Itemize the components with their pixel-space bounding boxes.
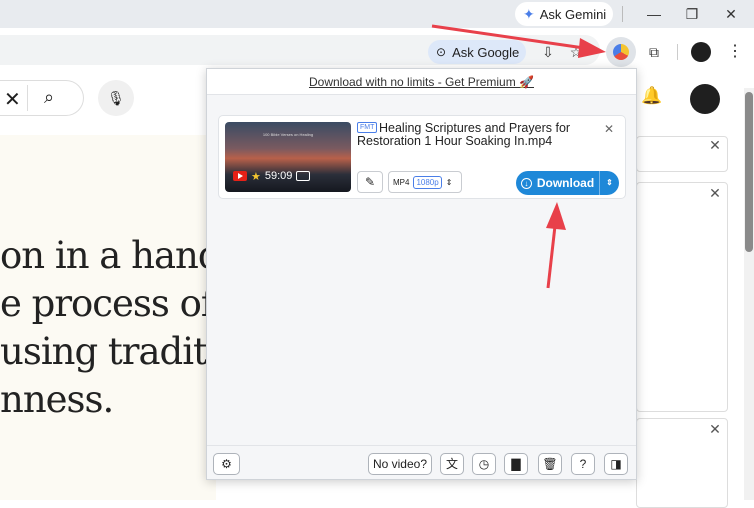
annotation-arrow-head (546, 202, 566, 230)
annotation-arrow-line (546, 225, 557, 289)
annotation-arrow-line (431, 24, 585, 50)
annotation-arrows (431, 24, 606, 289)
annotation-arrow-head (578, 38, 606, 58)
